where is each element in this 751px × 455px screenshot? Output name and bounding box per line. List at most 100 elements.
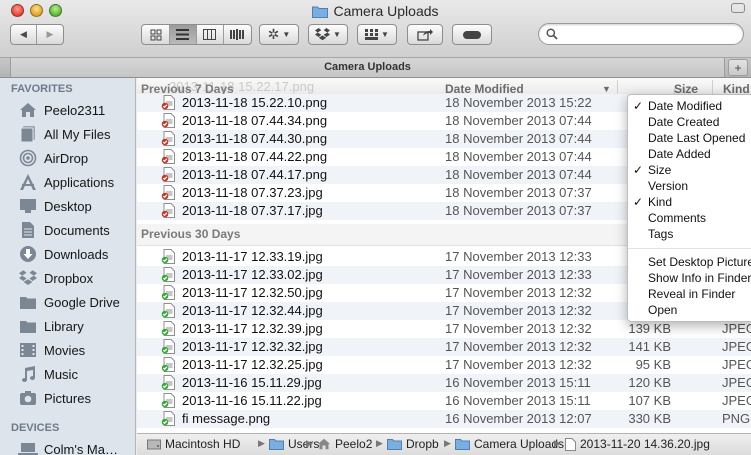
sidebar-item-google-drive[interactable]: Google Drive: [0, 290, 135, 314]
file-row[interactable]: 2013-11-17 12.32.32.jpg 17 November 2013 …: [137, 338, 751, 356]
file-date-modified: 16 November 2013 15:11: [445, 393, 591, 408]
sidebar-item-label: Music: [44, 366, 78, 382]
file-size: 107 KB: [628, 393, 671, 408]
image-file-icon: [161, 185, 175, 203]
file-size: 139 KB: [628, 321, 671, 336]
downloads-icon: [17, 245, 39, 263]
menu-item-size[interactable]: ✓ Size: [628, 163, 751, 179]
back-button[interactable]: ◀: [11, 25, 38, 44]
sidebar-item-pictures[interactable]: Pictures: [0, 386, 135, 410]
folder-icon: [17, 317, 39, 335]
checkmark-icon: ✓: [633, 163, 644, 177]
path-crumb-label: 2013-11-20 14.36.20.jpg: [580, 437, 710, 451]
dropbox-menu-button[interactable]: ▼: [308, 24, 348, 45]
file-row[interactable]: 2013-11-17 12.32.39.jpg 17 November 2013 …: [137, 320, 751, 338]
menu-item-label: Date Last Opened: [648, 131, 746, 145]
sidebar-item-dropbox[interactable]: Dropbox: [0, 266, 135, 290]
action-menu-button[interactable]: ✲ ▼: [259, 24, 299, 45]
laptop-icon: [17, 440, 39, 455]
file-size: 141 KB: [628, 339, 671, 354]
image-file-icon: [161, 131, 175, 149]
path-crumb[interactable]: Macintosh HD: [147, 437, 240, 451]
file-name: 2013-11-17 12.33.02.jpg: [182, 267, 323, 282]
coverflow-view-icon: [230, 29, 244, 40]
sidebar-item-label: Applications: [44, 174, 115, 190]
menu-action-reveal-in-finder[interactable]: Reveal in Finder: [628, 287, 751, 303]
tags-button[interactable]: [452, 24, 492, 45]
share-button[interactable]: [407, 24, 443, 45]
file-date-modified: 17 November 2013 12:33: [445, 267, 592, 282]
sidebar-item-airdrop[interactable]: AirDrop: [0, 146, 135, 170]
chevron-right-icon: ▶: [444, 438, 451, 448]
file-row[interactable]: 2013-11-17 12.32.25.jpg 17 November 2013 …: [137, 356, 751, 374]
forward-arrow-icon: ▶: [46, 29, 54, 39]
coverflow-view-button[interactable]: [224, 25, 251, 44]
file-row[interactable]: 2013-11-16 15.11.29.jpg 16 November 2013 …: [137, 374, 751, 392]
sidebar-item-peelo2311[interactable]: Peelo2311: [0, 98, 135, 122]
image-file-icon: [161, 203, 175, 221]
file-name: fi message.png: [182, 411, 271, 426]
sidebar-item-label: Google Drive: [44, 294, 120, 310]
column-view-button[interactable]: [197, 25, 224, 44]
list-view-button[interactable]: [169, 25, 197, 44]
menu-item-label: Set Desktop Picture: [648, 255, 751, 269]
sidebar-item-device[interactable]: Colm's Ma…: [0, 437, 135, 455]
menu-item-date-created[interactable]: Date Created: [628, 115, 751, 131]
music-icon: [17, 365, 39, 383]
forward-button[interactable]: ▶: [37, 25, 63, 44]
sidebar: FAVORITES Peelo2311 All My Files AirDrop Ap…: [0, 78, 136, 455]
path-crumb[interactable]: Camera Uploads: [455, 437, 564, 451]
menu-item-kind[interactable]: ✓ Kind: [628, 195, 751, 211]
sidebar-item-label: Desktop: [44, 198, 92, 214]
menu-item-version[interactable]: Version: [628, 179, 751, 195]
menu-item-tags[interactable]: Tags: [628, 227, 751, 243]
folder-icon: [17, 293, 39, 311]
file-row[interactable]: fi message.png 16 November 2013 12:07 330 …: [137, 410, 751, 428]
file-date-modified: 18 November 2013 07:44: [445, 113, 592, 128]
sidebar-item-movies[interactable]: Movies: [0, 338, 135, 362]
file-row[interactable]: 2013-11-16 15.11.22.jpg 16 November 2013 …: [137, 392, 751, 410]
icon-view-button[interactable]: [143, 25, 170, 44]
menu-item-date-last-opened[interactable]: Date Last Opened: [628, 131, 751, 147]
arrange-grid-icon: [365, 29, 379, 40]
menu-item-comments[interactable]: Comments: [628, 211, 751, 227]
tab-camera-uploads[interactable]: Camera Uploads: [10, 58, 725, 77]
menu-separator: [628, 248, 751, 249]
menu-item-label: Show Info in Finder: [648, 271, 751, 285]
file-name: 2013-11-18 07.44.30.png: [182, 131, 328, 146]
image-file-icon: [161, 375, 175, 393]
sidebar-item-applications[interactable]: Applications: [0, 170, 135, 194]
path-crumb[interactable]: Peelo2: [317, 437, 372, 451]
path-crumb[interactable]: 2013-11-20 14.36.20.jpg: [565, 437, 710, 451]
sidebar-item-label: Downloads: [44, 246, 109, 262]
list-view-icon: [176, 29, 189, 40]
fullscreen-button[interactable]: [731, 3, 745, 13]
column-view-icon: [203, 29, 216, 40]
file-date-modified: 16 November 2013 15:11: [445, 375, 591, 390]
sidebar-item-library[interactable]: Library: [0, 314, 135, 338]
menu-item-date-modified[interactable]: ✓ Date Modified: [628, 99, 751, 115]
file-kind: JPEG: [722, 393, 751, 408]
search-field[interactable]: [538, 23, 744, 45]
file-name: 2013-11-18 07.44.17.png: [182, 167, 328, 182]
menu-action-open[interactable]: Open: [628, 303, 751, 319]
menu-action-show-info-in-finder[interactable]: Show Info in Finder: [628, 271, 751, 287]
menu-item-date-added[interactable]: Date Added: [628, 147, 751, 163]
sidebar-item-all-my-files[interactable]: All My Files: [0, 122, 135, 146]
sidebar-item-desktop[interactable]: Desktop: [0, 194, 135, 218]
arrange-menu-button[interactable]: ▼: [357, 24, 397, 45]
window-toolbar: Camera Uploads ◀ ▶ ✲ ▼ ▼ ▼: [0, 0, 751, 58]
file-date-modified: 18 November 2013 07:44: [445, 131, 592, 146]
sidebar-item-label: Peelo2311: [44, 102, 106, 118]
new-tab-button[interactable]: +: [728, 59, 748, 76]
sidebar-item-music[interactable]: Music: [0, 362, 135, 386]
file-name: 2013-11-18 07.44.22.png: [182, 149, 328, 164]
menu-action-set-desktop-picture[interactable]: Set Desktop Picture: [628, 255, 751, 271]
path-crumb[interactable]: Dropb: [387, 437, 439, 451]
sort-direction-icon[interactable]: ▼: [602, 84, 611, 94]
file-name: 2013-11-17 12.33.19.jpg: [182, 249, 323, 264]
sidebar-item-documents[interactable]: Documents: [0, 218, 135, 242]
file-date-modified: 18 November 2013 07:44: [445, 149, 592, 164]
search-input[interactable]: [563, 26, 735, 42]
sidebar-item-downloads[interactable]: Downloads: [0, 242, 135, 266]
